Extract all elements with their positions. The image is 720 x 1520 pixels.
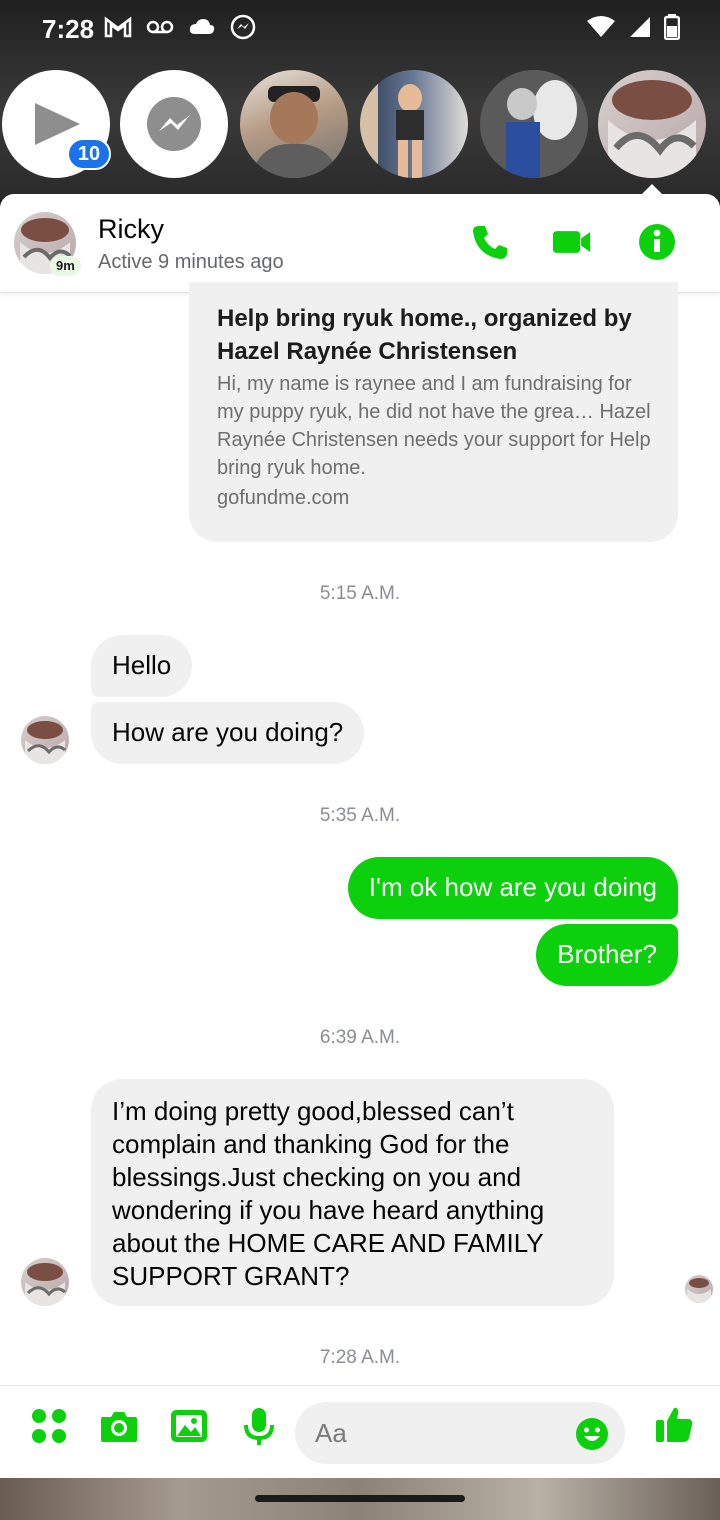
- phone-icon[interactable]: [470, 222, 510, 262]
- message-composer: Aa: [0, 1385, 720, 1478]
- contact-photo-2: [360, 70, 424, 178]
- messenger-small-icon: [230, 14, 256, 40]
- contact-photo-1: [250, 86, 340, 178]
- message-incoming[interactable]: I’m doing pretty good,blessed can’t comp…: [91, 1079, 614, 1306]
- microphone-icon[interactable]: [239, 1406, 279, 1446]
- wifi-icon: [587, 16, 615, 37]
- thumbs-up-icon[interactable]: [654, 1404, 694, 1444]
- video-camera-icon[interactable]: [552, 222, 592, 262]
- timestamp: 6:39 A.M.: [319, 1027, 401, 1048]
- timestamp: 5:15 A.M.: [319, 583, 401, 604]
- messenger-head[interactable]: [120, 70, 228, 178]
- timestamp: 5:35 A.M.: [319, 805, 401, 826]
- seen-avatar-image: [687, 1278, 711, 1303]
- message-incoming[interactable]: Hello: [91, 635, 193, 697]
- link-description: Hi, my name is raynee and I am fundraisi…: [217, 373, 651, 479]
- contact-head-2[interactable]: [360, 70, 468, 178]
- status-time: 7:28: [42, 14, 95, 44]
- info-icon[interactable]: [637, 222, 677, 262]
- contact-photo-ricky: [608, 80, 697, 178]
- camera-icon[interactable]: [99, 1406, 139, 1446]
- notification-icons: [104, 14, 256, 40]
- gallery-icon[interactable]: [169, 1406, 209, 1446]
- message-outgoing[interactable]: I'm ok how are you doing: [347, 857, 678, 919]
- message-outgoing[interactable]: Brother?: [536, 924, 678, 986]
- home-indicator[interactable]: [255, 1495, 465, 1502]
- active-time-badge: 9m: [50, 256, 81, 276]
- cloud-icon: [189, 19, 215, 34]
- chat-heads-row: 10: [0, 70, 720, 180]
- contact-head-active[interactable]: [598, 70, 706, 178]
- emoji-icon[interactable]: [575, 1417, 609, 1451]
- message-input-placeholder: Aa: [315, 1418, 347, 1448]
- sender-avatar[interactable]: [21, 716, 69, 764]
- contact-name[interactable]: Ricky: [98, 214, 164, 245]
- apps-icon[interactable]: [29, 1406, 69, 1446]
- timestamp: 7:28 A.M.: [319, 1347, 401, 1368]
- link-domain: gofundme.com: [217, 487, 350, 509]
- conversation-header: 9m Ricky Active 9 minutes ago: [0, 194, 720, 293]
- system-icons: [586, 14, 680, 40]
- signal-icon: [630, 17, 650, 37]
- sender-avatar-image: [25, 1263, 66, 1306]
- unread-badge: 10: [67, 138, 111, 170]
- seen-indicator-avatar: [685, 1275, 713, 1303]
- sender-avatar[interactable]: [21, 1258, 69, 1306]
- link-preview-card[interactable]: Help bring ryuk home., organized by Haze…: [189, 282, 678, 542]
- contact-head-3[interactable]: [480, 70, 588, 178]
- battery-icon: [664, 14, 680, 40]
- message-incoming[interactable]: How are you doing?: [91, 702, 365, 764]
- gmail-icon: [104, 16, 132, 38]
- status-bar: 7:28: [0, 0, 720, 58]
- contact-head-1[interactable]: [240, 70, 348, 178]
- sender-avatar-image: [25, 721, 66, 764]
- contact-photo-3: [480, 70, 588, 178]
- contact-status: Active 9 minutes ago: [98, 251, 284, 273]
- link-title: Help bring ryuk home., organized by Haze…: [217, 305, 632, 365]
- chat-panel: 9m Ricky Active 9 minutes ago Help bring…: [0, 194, 720, 1478]
- message-input[interactable]: Aa: [295, 1402, 625, 1464]
- voicemail-icon: [146, 20, 174, 34]
- messenger-icon: [147, 97, 201, 151]
